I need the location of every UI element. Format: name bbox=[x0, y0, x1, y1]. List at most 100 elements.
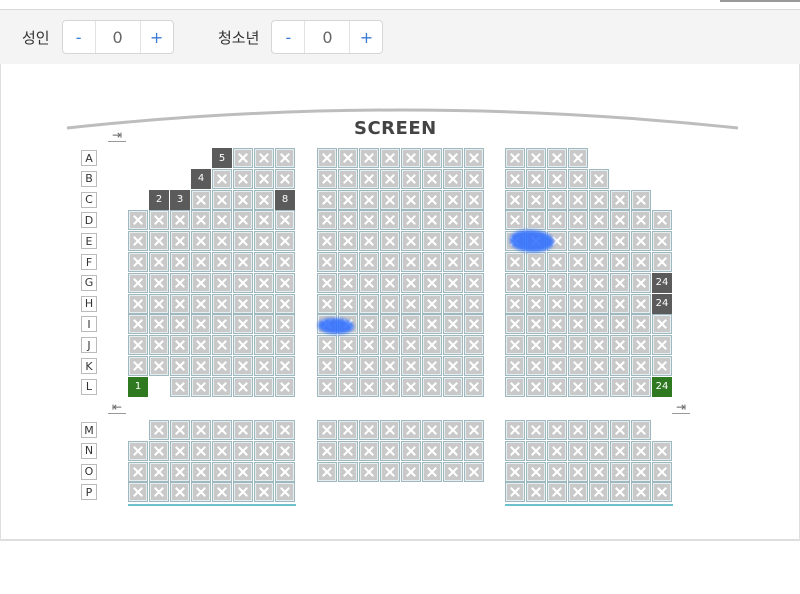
sold-seat[interactable] bbox=[422, 293, 442, 314]
sold-seat[interactable] bbox=[275, 231, 295, 252]
sold-seat[interactable] bbox=[589, 461, 609, 482]
sold-seat[interactable] bbox=[317, 440, 337, 461]
sold-seat[interactable] bbox=[443, 189, 463, 210]
sold-seat[interactable] bbox=[422, 420, 442, 440]
sold-seat[interactable] bbox=[631, 482, 651, 503]
sold-seat[interactable] bbox=[317, 461, 337, 482]
sold-seat[interactable] bbox=[275, 314, 295, 335]
sold-seat[interactable] bbox=[505, 252, 525, 272]
sold-seat[interactable] bbox=[380, 314, 400, 335]
sold-seat[interactable] bbox=[526, 356, 546, 376]
sold-seat[interactable] bbox=[652, 440, 672, 461]
sold-seat[interactable] bbox=[233, 440, 253, 461]
sold-seat[interactable] bbox=[170, 272, 190, 293]
sold-seat[interactable] bbox=[338, 252, 358, 272]
sold-seat[interactable] bbox=[464, 148, 484, 168]
sold-seat[interactable] bbox=[568, 482, 588, 503]
sold-seat[interactable] bbox=[380, 148, 400, 168]
sold-seat[interactable] bbox=[589, 482, 609, 503]
sold-seat[interactable] bbox=[212, 272, 232, 293]
sold-seat[interactable] bbox=[359, 189, 379, 210]
sold-seat[interactable] bbox=[317, 189, 337, 210]
sold-seat[interactable] bbox=[317, 231, 337, 252]
sold-seat[interactable] bbox=[464, 314, 484, 335]
sold-seat[interactable] bbox=[212, 440, 232, 461]
sold-seat[interactable] bbox=[149, 252, 169, 272]
sold-seat[interactable] bbox=[380, 335, 400, 356]
sold-seat[interactable] bbox=[505, 148, 525, 168]
sold-seat[interactable] bbox=[317, 335, 337, 356]
sold-seat[interactable] bbox=[505, 376, 525, 397]
sold-seat[interactable] bbox=[233, 356, 253, 376]
sold-seat[interactable] bbox=[464, 231, 484, 252]
sold-seat[interactable] bbox=[191, 356, 211, 376]
sold-seat[interactable] bbox=[275, 440, 295, 461]
sold-seat[interactable] bbox=[652, 461, 672, 482]
sold-seat[interactable] bbox=[401, 314, 421, 335]
sold-seat[interactable] bbox=[505, 461, 525, 482]
sold-seat[interactable] bbox=[275, 356, 295, 376]
sold-seat[interactable] bbox=[443, 356, 463, 376]
sold-seat[interactable] bbox=[233, 168, 253, 189]
sold-seat[interactable] bbox=[254, 440, 274, 461]
sold-seat[interactable] bbox=[191, 189, 211, 210]
sold-seat[interactable] bbox=[254, 148, 274, 168]
sold-seat[interactable] bbox=[652, 356, 672, 376]
sold-seat[interactable] bbox=[254, 420, 274, 440]
sold-seat[interactable] bbox=[254, 482, 274, 503]
sold-seat[interactable] bbox=[568, 420, 588, 440]
sold-seat[interactable] bbox=[170, 461, 190, 482]
sold-seat[interactable] bbox=[380, 461, 400, 482]
sold-seat[interactable] bbox=[547, 440, 567, 461]
sold-seat[interactable] bbox=[191, 210, 211, 231]
sold-seat[interactable] bbox=[359, 356, 379, 376]
selected-seat-G24[interactable]: 24 bbox=[652, 272, 672, 293]
sold-seat[interactable] bbox=[610, 189, 630, 210]
sold-seat[interactable] bbox=[589, 420, 609, 440]
sold-seat[interactable] bbox=[589, 210, 609, 231]
sold-seat[interactable] bbox=[422, 231, 442, 252]
sold-seat[interactable] bbox=[526, 210, 546, 231]
sold-seat[interactable] bbox=[526, 482, 546, 503]
sold-seat[interactable] bbox=[254, 461, 274, 482]
sold-seat[interactable] bbox=[212, 420, 232, 440]
sold-seat[interactable] bbox=[652, 482, 672, 503]
sold-seat[interactable] bbox=[464, 293, 484, 314]
sold-seat[interactable] bbox=[652, 231, 672, 252]
sold-seat[interactable] bbox=[170, 293, 190, 314]
sold-seat[interactable] bbox=[526, 189, 546, 210]
sold-seat[interactable] bbox=[443, 293, 463, 314]
sold-seat[interactable] bbox=[610, 272, 630, 293]
sold-seat[interactable] bbox=[128, 482, 148, 503]
sold-seat[interactable] bbox=[170, 231, 190, 252]
sold-seat[interactable] bbox=[317, 420, 337, 440]
sold-seat[interactable] bbox=[610, 482, 630, 503]
sold-seat[interactable] bbox=[338, 210, 358, 231]
sold-seat[interactable] bbox=[149, 231, 169, 252]
selected-seat-A5[interactable]: 5 bbox=[212, 148, 232, 168]
sold-seat[interactable] bbox=[233, 335, 253, 356]
sold-seat[interactable] bbox=[317, 376, 337, 397]
sold-seat[interactable] bbox=[233, 252, 253, 272]
sold-seat[interactable] bbox=[254, 356, 274, 376]
sold-seat[interactable] bbox=[652, 252, 672, 272]
available-seat-L24[interactable]: 24 bbox=[652, 376, 672, 397]
sold-seat[interactable] bbox=[568, 461, 588, 482]
sold-seat[interactable] bbox=[149, 272, 169, 293]
sold-seat[interactable] bbox=[526, 293, 546, 314]
sold-seat[interactable] bbox=[359, 461, 379, 482]
sold-seat[interactable] bbox=[128, 272, 148, 293]
sold-seat[interactable] bbox=[317, 293, 337, 314]
sold-seat[interactable] bbox=[149, 420, 169, 440]
sold-seat[interactable] bbox=[422, 376, 442, 397]
sold-seat[interactable] bbox=[610, 314, 630, 335]
sold-seat[interactable] bbox=[191, 482, 211, 503]
sold-seat[interactable] bbox=[149, 314, 169, 335]
sold-seat[interactable] bbox=[589, 252, 609, 272]
sold-seat[interactable] bbox=[275, 376, 295, 397]
sold-seat[interactable] bbox=[380, 293, 400, 314]
sold-seat[interactable] bbox=[359, 231, 379, 252]
sold-seat[interactable] bbox=[359, 293, 379, 314]
sold-seat[interactable] bbox=[233, 148, 253, 168]
sold-seat[interactable] bbox=[464, 272, 484, 293]
